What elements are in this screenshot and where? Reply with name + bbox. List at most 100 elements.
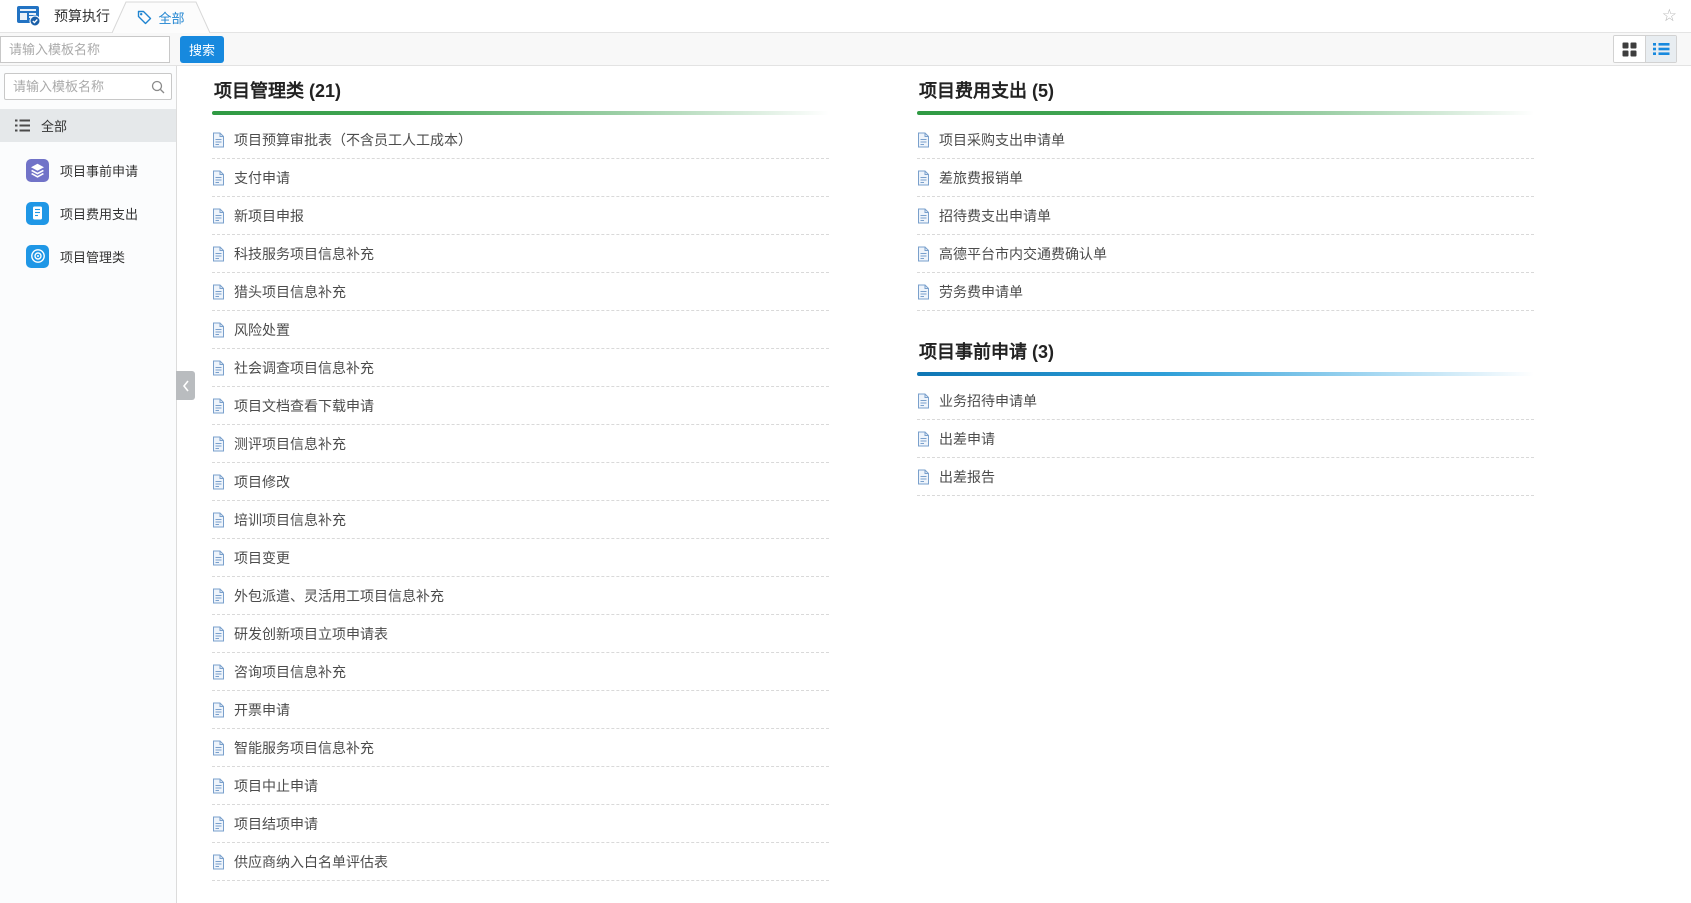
view-toggle-group: [1613, 35, 1677, 63]
template-item[interactable]: 项目采购支出申请单: [917, 121, 1534, 159]
template-item-label: 支付申请: [234, 168, 290, 188]
template-item-label: 项目预算审批表（不含员工人工成本）: [234, 130, 472, 150]
template-section: 项目管理类 (21) 项目预算审批表（不含员工人工成本） 支付申请新项目申报科技服…: [212, 80, 829, 881]
section-accent-bar: [917, 111, 1534, 115]
template-item[interactable]: 开票申请: [212, 691, 829, 729]
template-item-label: 新项目申报: [234, 206, 304, 226]
template-item[interactable]: 招待费支出申请单: [917, 197, 1534, 235]
template-item-label: 项目结项申请: [234, 814, 318, 834]
document-icon: [212, 170, 225, 186]
sidebar-item[interactable]: 项目费用支出: [0, 198, 176, 228]
list-menu-icon: [15, 119, 30, 132]
template-item-label: 项目变更: [234, 548, 290, 568]
template-item[interactable]: 支付申请: [212, 159, 829, 197]
document-icon: [212, 132, 225, 148]
template-item-label: 项目修改: [234, 472, 290, 492]
brand: 预算执行: [0, 5, 110, 27]
template-item[interactable]: 项目文档查看下载申请: [212, 387, 829, 425]
document-icon: [212, 208, 225, 224]
template-item[interactable]: 智能服务项目信息补充: [212, 729, 829, 767]
document-icon: [212, 816, 225, 832]
document-icon: [212, 702, 225, 718]
document-icon: [917, 469, 930, 485]
template-item[interactable]: 项目结项申请: [212, 805, 829, 843]
document-icon: [917, 431, 930, 447]
sidebar-collapse-button[interactable]: [176, 371, 195, 400]
section-heading: 项目管理类 (21): [212, 80, 829, 111]
template-item-label: 测评项目信息补充: [234, 434, 346, 454]
section-accent-bar: [917, 372, 1534, 376]
document-icon: [917, 246, 930, 262]
template-item[interactable]: 风险处置: [212, 311, 829, 349]
template-item-label: 智能服务项目信息补充: [234, 738, 374, 758]
sidebar-item-all[interactable]: 全部: [0, 109, 176, 142]
template-item[interactable]: 项目变更: [212, 539, 829, 577]
template-item[interactable]: 出差申请: [917, 420, 1534, 458]
template-item-label: 社会调查项目信息补充: [234, 358, 374, 378]
search-bar: 搜索: [0, 33, 1691, 66]
template-item-label: 项目采购支出申请单: [939, 130, 1065, 150]
tab-all-label: 全部: [158, 8, 184, 27]
favorite-star-icon[interactable]: ☆: [1662, 7, 1677, 24]
section-heading: 项目费用支出 (5): [917, 80, 1534, 111]
template-item[interactable]: 外包派遣、灵活用工项目信息补充: [212, 577, 829, 615]
template-item-label: 业务招待申请单: [939, 391, 1037, 411]
sidebar: 全部 项目事前申请项目费用支出项目管理类: [0, 66, 177, 903]
template-item[interactable]: 项目预算审批表（不含员工人工成本）: [212, 121, 829, 159]
document-icon: [212, 588, 225, 604]
template-item-label: 项目文档查看下载申请: [234, 396, 374, 416]
template-item-label: 劳务费申请单: [939, 282, 1023, 302]
document-icon: [212, 436, 225, 452]
page-title: 预算执行: [54, 6, 110, 26]
layers-icon: [26, 159, 49, 182]
template-item[interactable]: 咨询项目信息补充: [212, 653, 829, 691]
template-item-label: 项目中止申请: [234, 776, 318, 796]
template-item[interactable]: 供应商纳入白名单评估表: [212, 843, 829, 881]
template-item[interactable]: 差旅费报销单: [917, 159, 1534, 197]
document-icon: [917, 284, 930, 300]
template-item[interactable]: 业务招待申请单: [917, 382, 1534, 420]
tag-icon: [137, 10, 152, 25]
sidebar-item[interactable]: 项目事前申请: [0, 155, 176, 185]
sidebar-category-list: 项目事前申请项目费用支出项目管理类: [0, 155, 176, 271]
template-item-label: 科技服务项目信息补充: [234, 244, 374, 264]
document-icon: [212, 360, 225, 376]
section-heading: 项目事前申请 (3): [917, 341, 1534, 372]
document-icon: [212, 740, 225, 756]
template-item[interactable]: 劳务费申请单: [917, 273, 1534, 311]
template-item[interactable]: 高德平台市内交通费确认单: [917, 235, 1534, 273]
template-item[interactable]: 培训项目信息补充: [212, 501, 829, 539]
template-item-label: 出差申请: [939, 429, 995, 449]
template-item[interactable]: 科技服务项目信息补充: [212, 235, 829, 273]
template-item[interactable]: 项目中止申请: [212, 767, 829, 805]
search-button[interactable]: 搜索: [180, 36, 224, 63]
document-icon: [26, 202, 49, 225]
template-item[interactable]: 社会调查项目信息补充: [212, 349, 829, 387]
sidebar-item-label: 项目费用支出: [60, 204, 138, 223]
template-item-label: 研发创新项目立项申请表: [234, 624, 388, 644]
tab-all[interactable]: 全部: [112, 1, 210, 33]
column-right: 项目费用支出 (5) 项目采购支出申请单差旅费报销单招待费支出申请单高德平台市内…: [917, 80, 1534, 496]
sidebar-item[interactable]: 项目管理类: [0, 241, 176, 271]
template-item[interactable]: 出差报告: [917, 458, 1534, 496]
template-search-input[interactable]: [0, 36, 170, 63]
coil-icon: [26, 245, 49, 268]
document-icon: [212, 778, 225, 794]
sidebar-item-all-label: 全部: [41, 116, 67, 135]
template-list: 项目预算审批表（不含员工人工成本） 支付申请新项目申报科技服务项目信息补充猎头项目…: [212, 121, 829, 881]
template-item[interactable]: 新项目申报: [212, 197, 829, 235]
template-item[interactable]: 测评项目信息补充: [212, 425, 829, 463]
main-area: 全部 项目事前申请项目费用支出项目管理类 项目管理类 (21) 项目预算审批表（…: [0, 66, 1691, 903]
document-icon: [212, 246, 225, 262]
template-item-label: 外包派遣、灵活用工项目信息补充: [234, 586, 444, 606]
template-item-label: 出差报告: [939, 467, 995, 487]
document-icon: [917, 170, 930, 186]
sidebar-search-input[interactable]: [4, 73, 172, 100]
template-item[interactable]: 研发创新项目立项申请表: [212, 615, 829, 653]
list-view-icon[interactable]: [1645, 36, 1676, 62]
template-item[interactable]: 猎头项目信息补充: [212, 273, 829, 311]
document-icon: [212, 322, 225, 338]
grid-view-icon[interactable]: [1614, 36, 1645, 62]
template-item[interactable]: 项目修改: [212, 463, 829, 501]
document-icon: [212, 854, 225, 870]
